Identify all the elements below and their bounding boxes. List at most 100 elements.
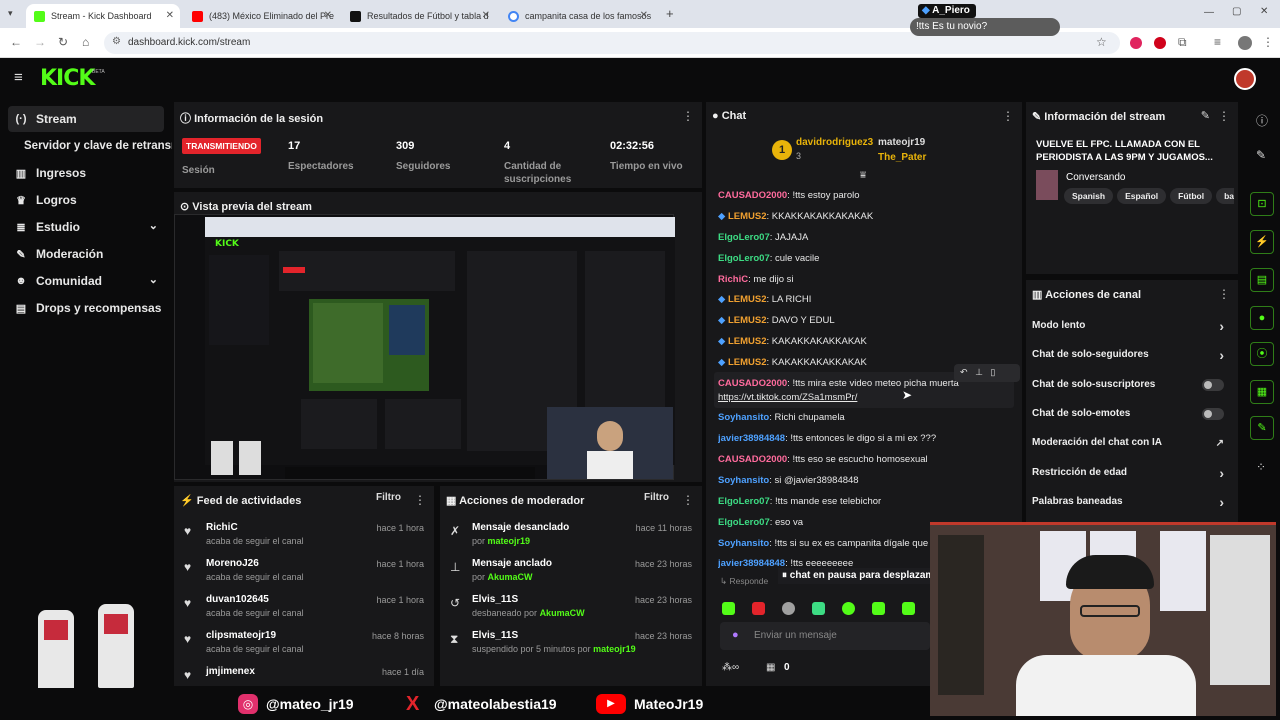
rail-apps-icon[interactable]: ⁘ <box>1256 460 1266 474</box>
user-avatar[interactable] <box>1234 68 1256 90</box>
top-gifter-2[interactable]: mateojr19 <box>878 137 925 148</box>
top-gifter-1[interactable]: davidrodriguez3 <box>796 137 873 148</box>
option-age-restriction[interactable]: Restricción de edad › <box>1032 465 1224 495</box>
chat-username[interactable]: Soyhansito <box>718 412 769 423</box>
feed-row[interactable]: ♥ duvan102645 acaba de seguir el canal hace… <box>174 590 434 626</box>
tag[interactable]: Fútbol <box>1170 188 1213 204</box>
back-icon[interactable]: ← <box>10 35 22 49</box>
chat-username[interactable]: ElgoLero07 <box>718 496 770 507</box>
sidebar-item-estudio[interactable]: ≣ Estudio ⌄ <box>8 214 164 240</box>
edit-pencil-icon[interactable]: ✎ <box>1201 109 1210 122</box>
emote-icon[interactable] <box>872 602 885 615</box>
rail-focus-icon[interactable]: ⊡ <box>1250 192 1274 216</box>
kick-logo[interactable]: KICK <box>40 66 95 91</box>
chat-username[interactable]: LEMUS2 <box>728 336 767 347</box>
channel-points-icon[interactable]: ⁂∞ <box>722 662 739 673</box>
pin-icon[interactable]: ⊥ <box>975 367 983 377</box>
profile-avatar[interactable] <box>1238 36 1252 50</box>
reload-icon[interactable]: ↻ <box>58 35 68 49</box>
rail-document-icon[interactable]: ▤ <box>1250 268 1274 292</box>
mod-action-row[interactable]: ✗ Mensaje desanclado por mateojr19 hace 11 … <box>440 518 702 554</box>
emotes-only-toggle[interactable] <box>1202 408 1224 420</box>
rail-wrench-icon[interactable]: ✎ <box>1250 416 1274 440</box>
collapse-icon[interactable]: ⩸ <box>860 170 866 181</box>
chat-link-text[interactable]: https://vt.tiktok.com/ZSa1msmPr/ <box>718 392 857 403</box>
tab-youtube[interactable]: (483) México Eliminado del Pre ✕ <box>184 4 338 28</box>
chat-username[interactable]: CAUSADO2000 <box>718 378 787 389</box>
close-icon[interactable]: ✕ <box>640 10 648 21</box>
chat-username[interactable]: LEMUS2 <box>728 357 767 368</box>
filter-button[interactable]: Filtro <box>376 492 401 503</box>
rail-layout-icon[interactable]: ▦ <box>1250 380 1274 404</box>
feed-row[interactable]: ♥ clipsmateojr19 acaba de seguir el canal h… <box>174 626 434 662</box>
sidebar-item-stream[interactable]: (·) Stream <box>8 106 164 132</box>
rail-chat-icon[interactable]: ● <box>1250 306 1274 330</box>
tag[interactable]: Spanish <box>1064 188 1114 204</box>
emote-icon[interactable] <box>722 602 735 615</box>
microphone-icon[interactable]: ● <box>732 629 739 641</box>
close-icon[interactable]: ✕ <box>482 10 490 21</box>
edit-icon[interactable]: ✎ <box>1256 148 1266 162</box>
info-icon[interactable]: ⓘ <box>1256 112 1268 129</box>
mod-action-row[interactable]: ⊥ Mensaje anclado por AkumaCW hace 23 horas <box>440 554 702 590</box>
chat-username[interactable]: javier38984848 <box>718 558 785 569</box>
sidebar-item-logros[interactable]: ♛ Logros <box>8 187 164 213</box>
filter-button[interactable]: Filtro <box>644 492 669 503</box>
stream-preview-video[interactable]: KICK <box>174 214 675 480</box>
hamburger-menu-icon[interactable]: ≡ <box>14 69 23 86</box>
chat-input[interactable]: ● Enviar un mensaje <box>720 622 930 650</box>
chat-username[interactable]: ElgoLero07 <box>718 517 770 528</box>
tab-google[interactable]: campanita casa de los famosos ✕ <box>500 4 654 28</box>
sidebar-item-comunidad[interactable]: ☻ Comunidad ⌄ <box>8 268 164 294</box>
sidebar-item-server-key[interactable]: Servidor y clave de retransm <box>18 133 172 159</box>
sidebar-item-ingresos[interactable]: ▥ Ingresos <box>8 160 164 186</box>
tab-kick-dashboard[interactable]: Stream - Kick Dashboard ✕ <box>26 4 180 28</box>
chat-username[interactable]: LEMUS2 <box>728 211 767 222</box>
rail-lightning-icon[interactable]: ⚡ <box>1250 230 1274 254</box>
close-icon[interactable]: ✕ <box>324 10 332 21</box>
chat-username[interactable]: LEMUS2 <box>728 294 767 305</box>
chat-username[interactable]: ElgoLero07 <box>718 253 770 264</box>
kebab-menu-icon[interactable]: ⋮ <box>1002 109 1014 123</box>
kebab-menu-icon[interactable]: ⋮ <box>414 493 426 507</box>
home-icon[interactable]: ⌂ <box>82 35 89 49</box>
tab-search-icon[interactable]: ▾ <box>8 8 13 19</box>
chat-username[interactable]: javier38984848 <box>718 433 785 444</box>
category-name[interactable]: Conversando <box>1066 172 1125 183</box>
tag[interactable]: barce <box>1216 188 1234 204</box>
chat-username[interactable]: CAUSADO2000 <box>718 454 787 465</box>
option-ai-moderation[interactable]: Moderación del chat con IA ↗ <box>1032 437 1224 465</box>
emote-icon[interactable] <box>812 602 825 615</box>
tab-resultados[interactable]: Resultados de Fútbol y tabla d ✕ <box>342 4 496 28</box>
site-info-icon[interactable]: ⚙ <box>112 36 121 47</box>
tag[interactable]: Español <box>1117 188 1167 204</box>
emote-icon[interactable] <box>782 602 795 615</box>
chat-username[interactable]: Soyhansito <box>718 475 769 486</box>
sidebar-item-moderacion[interactable]: ✎ Moderación <box>8 241 164 267</box>
media-icon[interactable]: ≡ <box>1214 35 1221 49</box>
window-close-icon[interactable]: ✕ <box>1260 6 1268 17</box>
chat-link[interactable]: https://vt.tiktok.com/ZSa1msmPr/ <box>718 392 1018 412</box>
kebab-menu-icon[interactable]: ⋮ <box>1218 287 1230 301</box>
emote-icon[interactable] <box>842 602 855 615</box>
kebab-menu-icon[interactable]: ⋮ <box>682 109 694 123</box>
option-slow-mode[interactable]: Modo lento › <box>1032 318 1224 348</box>
feed-row[interactable]: ♥ MorenoJ26 acaba de seguir el canal hace 1… <box>174 554 434 590</box>
chat-username[interactable]: RichiC <box>718 274 748 285</box>
chat-username[interactable]: LEMUS2 <box>728 315 767 326</box>
emote-icon[interactable] <box>752 602 765 615</box>
option-banned-words[interactable]: Palabras baneadas › <box>1032 494 1224 524</box>
extensions-puzzle-icon[interactable]: ⧉ <box>1178 35 1187 50</box>
extension-icon[interactable] <box>1130 37 1142 49</box>
minimize-icon[interactable]: — <box>1204 7 1214 18</box>
extension-icon[interactable] <box>1154 37 1166 49</box>
menu-kebab-icon[interactable]: ⋮ <box>1262 35 1274 49</box>
emote-icon[interactable] <box>902 602 915 615</box>
kebab-menu-icon[interactable]: ⋮ <box>1218 109 1230 123</box>
feed-row[interactable]: ♥ RichiC acaba de seguir el canal hace 1 ho… <box>174 518 434 554</box>
chat-paused-banner[interactable]: ⏸ chat en pausa para desplazam <box>778 568 930 584</box>
subs-only-toggle[interactable] <box>1202 379 1224 391</box>
sidebar-item-drops[interactable]: ▤ Drops y recompensas <box>8 295 164 321</box>
gift-icon[interactable]: ▦ <box>766 662 775 673</box>
chat-message-list[interactable]: CAUSADO2000: !tts estoy parolo ◆ LEMUS2:… <box>706 186 1022 576</box>
